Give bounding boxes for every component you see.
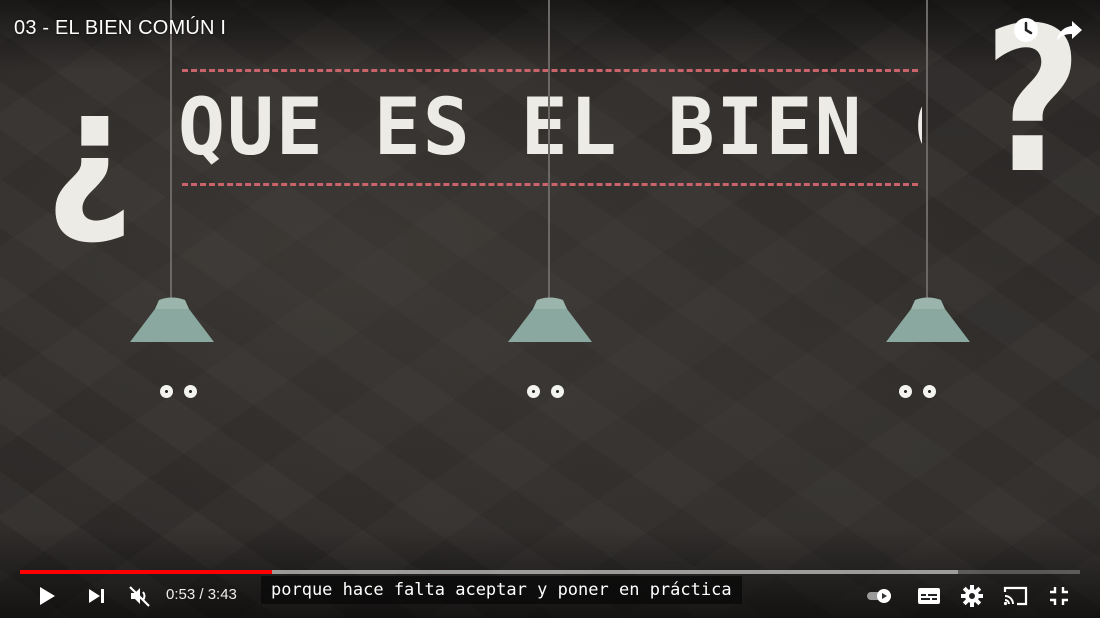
settings-icon [961,585,983,607]
play-button[interactable] [31,581,61,611]
share-button[interactable] [1054,14,1086,46]
lamp-cord [548,0,550,300]
character-eye [551,385,564,398]
progress-bar[interactable] [20,570,1080,574]
hanging-lamp [130,297,214,342]
watch-later-button[interactable] [1010,14,1042,46]
video-title[interactable]: 03 - EL BIEN COMÚN I [14,17,226,40]
share-icon [1057,21,1082,41]
video-frame[interactable]: ¿ ? QUE ES EL BIEN COMUN [0,0,1100,618]
next-button[interactable] [81,581,111,611]
exit-fullscreen-icon [1050,587,1068,605]
subtitles-icon [918,588,940,604]
character-eye [184,385,197,398]
character-eye [527,385,540,398]
exit-fullscreen-button[interactable] [1044,581,1074,611]
settings-button[interactable] [957,581,987,611]
character-eye [923,385,936,398]
open-question-mark: ¿ [44,52,134,250]
lamp-cord [926,0,928,300]
autoplay-toggle[interactable] [865,581,895,611]
character-eye [899,385,912,398]
video-heading: QUE ES EL BIEN COMUN [178,83,922,173]
mute-icon [129,586,150,607]
cast-icon [1003,586,1028,606]
subtitles-button[interactable] [914,581,944,611]
watch-later-icon [1014,18,1038,42]
heading-top-dashes [182,69,918,72]
subtitle-caption[interactable]: porque hace falta aceptar y poner en prá… [261,576,742,604]
play-icon [40,587,55,605]
next-icon [89,589,104,603]
mute-button[interactable] [125,581,155,611]
lamp-cord [170,0,172,300]
time-display: 0:53 / 3:43 [166,586,237,603]
hanging-lamp [508,297,592,342]
hanging-lamp [886,297,970,342]
heading-bottom-dashes [182,183,918,186]
cast-button[interactable] [1000,581,1030,611]
progress-played [20,570,273,574]
autoplay-toggle-icon [867,589,891,603]
character-eye [160,385,173,398]
